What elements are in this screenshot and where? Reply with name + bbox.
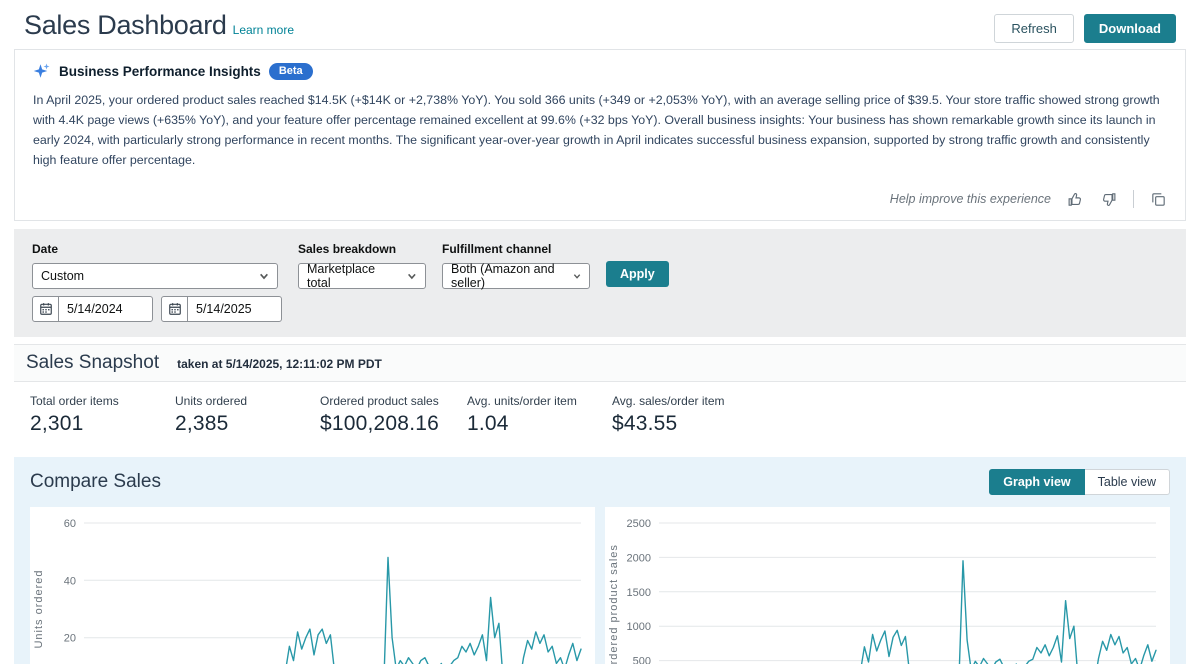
- filter-bar: Date Custom 5/14/2024 5/14/2025 Sales br…: [14, 229, 1186, 337]
- download-button[interactable]: Download: [1084, 14, 1176, 43]
- page-title: Sales Dashboard: [24, 10, 227, 41]
- sales-snapshot-header: Sales Snapshot taken at 5/14/2025, 12:11…: [14, 344, 1186, 382]
- end-date-input[interactable]: 5/14/2025: [161, 296, 282, 322]
- calendar-icon[interactable]: [162, 297, 188, 321]
- compare-sales-title: Compare Sales: [30, 471, 161, 493]
- breakdown-filter-label: Sales breakdown: [298, 242, 426, 256]
- date-range-select[interactable]: Custom: [32, 263, 278, 289]
- insights-body: In April 2025, your ordered product sale…: [33, 90, 1167, 170]
- learn-more-link[interactable]: Learn more: [233, 23, 294, 37]
- sales-snapshot-title: Sales Snapshot: [26, 352, 159, 374]
- chevron-down-icon: [407, 271, 417, 281]
- svg-text:500: 500: [633, 656, 651, 664]
- insights-card: Business Performance Insights Beta In Ap…: [14, 49, 1186, 221]
- apply-button[interactable]: Apply: [606, 261, 669, 287]
- table-view-button[interactable]: Table view: [1085, 469, 1170, 495]
- thumbs-up-icon[interactable]: [1067, 191, 1084, 208]
- chevron-down-icon: [573, 271, 581, 281]
- end-date-value: 5/14/2025: [188, 302, 252, 316]
- compare-sales-section: Compare Sales Graph view Table view 0204…: [14, 457, 1186, 664]
- view-toggle: Graph view Table view: [989, 469, 1170, 495]
- metric-units-ordered: Units ordered 2,385: [175, 394, 320, 436]
- svg-text:20: 20: [64, 633, 76, 645]
- metric-ordered-product-sales: Ordered product sales $100,208.16: [320, 394, 467, 436]
- sparkle-icon: [33, 62, 51, 80]
- metric-total-order-items: Total order items 2,301: [30, 394, 175, 436]
- snapshot-timestamp: taken at 5/14/2025, 12:11:02 PM PDT: [177, 357, 382, 371]
- insights-title: Business Performance Insights: [59, 64, 261, 79]
- svg-text:1500: 1500: [627, 587, 651, 599]
- thumbs-down-icon[interactable]: [1100, 191, 1117, 208]
- metric-avg-sales-per-order: Avg. sales/order item $43.55: [612, 394, 757, 436]
- svg-text:40: 40: [64, 576, 76, 588]
- svg-text:2500: 2500: [627, 518, 651, 530]
- snapshot-metrics: Total order items 2,301 Units ordered 2,…: [14, 382, 1186, 452]
- svg-text:Ordered product sales: Ordered product sales: [608, 544, 620, 664]
- chevron-down-icon: [259, 271, 269, 281]
- copy-icon[interactable]: [1150, 191, 1167, 208]
- sales-breakdown-select[interactable]: Marketplace total: [298, 263, 426, 289]
- svg-text:60: 60: [64, 518, 76, 530]
- ordered-product-sales-chart[interactable]: 05001000150020002500Jul '24Sep '24Nov '2…: [605, 507, 1170, 664]
- svg-text:Units ordered: Units ordered: [33, 570, 45, 649]
- units-ordered-chart[interactable]: 0204060Jul '24Sep '24Nov '24Jan '25Mar '…: [30, 507, 595, 664]
- beta-badge: Beta: [269, 63, 313, 80]
- channel-filter-label: Fulfillment channel: [442, 242, 590, 256]
- metric-avg-units-per-order: Avg. units/order item 1.04: [467, 394, 612, 436]
- graph-view-button[interactable]: Graph view: [989, 469, 1084, 495]
- start-date-value: 5/14/2024: [59, 302, 123, 316]
- refresh-button[interactable]: Refresh: [994, 14, 1074, 43]
- calendar-icon[interactable]: [33, 297, 59, 321]
- fulfillment-channel-select[interactable]: Both (Amazon and seller): [442, 263, 590, 289]
- divider: [1133, 190, 1134, 208]
- top-bar: Sales Dashboard Learn more Refresh Downl…: [0, 0, 1200, 49]
- svg-text:2000: 2000: [627, 553, 651, 565]
- start-date-input[interactable]: 5/14/2024: [32, 296, 153, 322]
- date-filter-label: Date: [32, 242, 282, 256]
- svg-text:1000: 1000: [627, 622, 651, 634]
- feedback-label: Help improve this experience: [890, 192, 1051, 206]
